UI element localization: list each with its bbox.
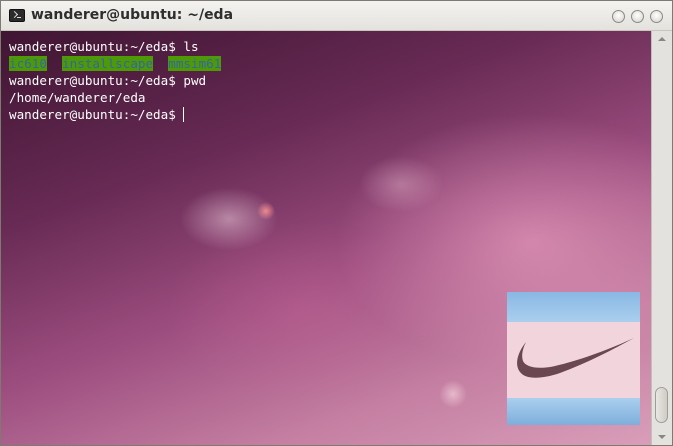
- scrollbar-thumb[interactable]: [655, 387, 668, 423]
- minimize-button[interactable]: [612, 10, 625, 23]
- nike-swoosh-icon: [517, 338, 634, 378]
- window-title: wanderer@ubuntu: ~/eda: [31, 7, 234, 23]
- scroll-up-arrow-icon[interactable]: [658, 37, 666, 41]
- ls-output-line: ic610 installscape mmsim61: [9, 55, 222, 72]
- nike-logo-image: [507, 292, 640, 425]
- directory-entry-ic610: ic610: [9, 56, 47, 71]
- command-text: pwd: [183, 73, 207, 88]
- shell-prompt: wanderer@ubuntu:~/eda$: [9, 73, 184, 88]
- image-top-band: [507, 292, 640, 322]
- maximize-button[interactable]: [631, 10, 644, 23]
- terminal-window: wanderer@ubuntu: ~/eda wanderer@ubuntu:~…: [0, 0, 673, 446]
- command-text: ls: [183, 39, 199, 54]
- shell-prompt: wanderer@ubuntu:~/eda$: [9, 107, 184, 122]
- title-bar[interactable]: wanderer@ubuntu: ~/eda: [1, 1, 672, 31]
- directory-entry-installscape: installscape: [62, 56, 154, 71]
- directory-entry-mmsim61: mmsim61: [168, 56, 222, 71]
- vertical-scrollbar[interactable]: [651, 31, 672, 445]
- command-line-current: wanderer@ubuntu:~/eda$: [9, 106, 185, 123]
- image-bottom-band: [507, 398, 640, 425]
- command-line-ls: wanderer@ubuntu:~/eda$ ls: [9, 38, 199, 55]
- close-button[interactable]: [650, 10, 663, 23]
- command-line-pwd: wanderer@ubuntu:~/eda$ pwd: [9, 72, 206, 89]
- pwd-output-line: /home/wanderer/eda: [9, 90, 146, 105]
- terminal-output-area[interactable]: wanderer@ubuntu:~/eda$ ls ic610 installs…: [1, 31, 651, 445]
- text-cursor: [183, 107, 185, 122]
- shell-prompt: wanderer@ubuntu:~/eda$: [9, 39, 184, 54]
- terminal-icon: [9, 9, 25, 22]
- scroll-down-arrow-icon[interactable]: [658, 435, 666, 439]
